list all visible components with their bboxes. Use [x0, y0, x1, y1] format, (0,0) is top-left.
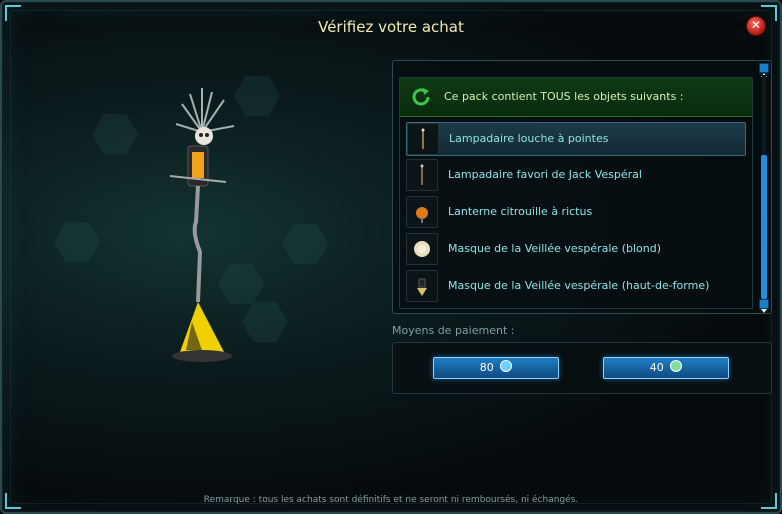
price-amount: 80: [479, 361, 494, 374]
hex-decoration: [92, 114, 138, 154]
scrollbar[interactable]: [759, 63, 769, 313]
pack-contents-panel: Ce pack contient TOUS les objets suivant…: [392, 60, 772, 314]
item-label: Lampadaire favori de Jack Vespéral: [448, 168, 642, 181]
cash-currency-icon: [500, 360, 513, 372]
pay-token-button[interactable]: 40: [603, 357, 729, 379]
item-preview: [169, 88, 235, 362]
frame-corner: [5, 493, 21, 509]
item-label: Lampadaire louche à pointes: [449, 132, 609, 145]
mask-blond-icon: [406, 233, 438, 265]
scroll-down-button[interactable]: [759, 299, 769, 313]
payment-methods-label: Moyens de paiement :: [392, 324, 515, 337]
lamp-post-icon: [406, 159, 438, 191]
chevron-down-icon: [761, 309, 767, 313]
pack-header: Ce pack contient TOUS les objets suivant…: [400, 78, 752, 117]
refund-notice: Remarque : tous les achats sont définiti…: [203, 495, 579, 505]
purchase-dialog: Vérifiez votre achat ✕ Ce pack contient …: [0, 0, 782, 514]
list-item[interactable]: Masque de la Veillée vespérale (haut-de-…: [406, 270, 744, 302]
list-item[interactable]: Lampadaire favori de Jack Vespéral: [406, 159, 744, 191]
frame-corner: [5, 5, 21, 21]
hex-decoration: [54, 222, 100, 262]
hex-decoration: [282, 224, 328, 264]
frame-corner: [761, 5, 777, 21]
frame-corner: [761, 493, 777, 509]
token-currency-icon: [670, 360, 683, 372]
item-label: Masque de la Veillée vespérale (haut-de-…: [448, 279, 710, 292]
skull-icon: [195, 127, 213, 145]
list-item[interactable]: Masque de la Veillée vespérale (blond): [406, 233, 744, 265]
mask-tophat-icon: [406, 270, 438, 302]
pay-cash-button[interactable]: 80: [433, 357, 559, 379]
refresh-icon: [412, 88, 430, 106]
scroll-up-button[interactable]: [759, 63, 769, 77]
list-item[interactable]: Lanterne citrouille à rictus: [406, 196, 744, 228]
item-label: Lanterne citrouille à rictus: [448, 205, 593, 218]
pumpkin-lantern-icon: [406, 196, 438, 228]
item-label: Masque de la Veillée vespérale (blond): [448, 242, 662, 255]
list-item[interactable]: Lampadaire louche à pointes: [406, 122, 746, 156]
scroll-thumb[interactable]: [761, 155, 767, 299]
payment-panel: 80 40: [392, 342, 772, 394]
pack-header-label: Ce pack contient TOUS les objets suivant…: [444, 90, 684, 103]
lamp-post-icon: [407, 123, 439, 155]
pack-contents-list: Ce pack contient TOUS les objets suivant…: [399, 77, 753, 309]
price-amount: 40: [649, 361, 664, 374]
dialog-title: Vérifiez votre achat: [318, 18, 464, 36]
